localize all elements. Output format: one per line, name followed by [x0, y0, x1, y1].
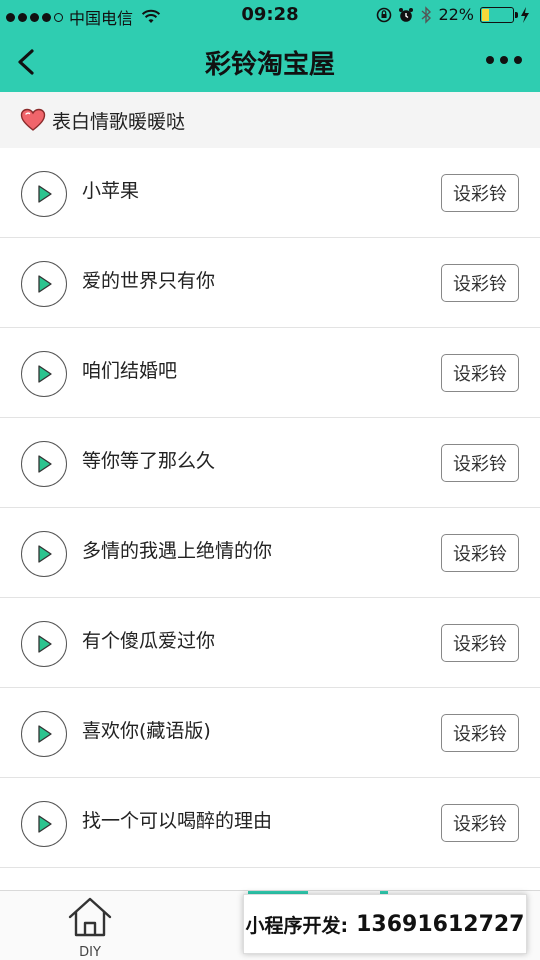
set-ringtone-button[interactable]: 设彩铃 — [441, 714, 519, 752]
set-ringtone-button[interactable]: 设彩铃 — [441, 174, 519, 212]
play-icon[interactable] — [21, 171, 67, 217]
list-item: 有个傻瓜爱过你 设彩铃 — [0, 598, 540, 688]
battery-percent: 22% — [438, 5, 474, 24]
set-ringtone-button[interactable]: 设彩铃 — [441, 354, 519, 392]
song-title: 有个傻瓜爱过你 — [82, 630, 216, 652]
play-icon[interactable] — [21, 711, 67, 757]
promo-label: 小程序开发: — [245, 914, 349, 937]
ringtone-list: 小苹果 设彩铃 爱的世界只有你 设彩铃 咱们结婚吧 设彩铃 等你等了那么久 设彩… — [0, 148, 540, 868]
song-title: 等你等了那么久 — [82, 450, 216, 472]
list-item: 喜欢你(藏语版) 设彩铃 — [0, 688, 540, 778]
play-icon[interactable] — [21, 351, 67, 397]
status-right: 22% — [376, 5, 530, 24]
battery-icon — [480, 6, 518, 23]
song-title: 爱的世界只有你 — [82, 270, 216, 292]
alarm-icon — [399, 7, 414, 22]
set-ringtone-button[interactable]: 设彩铃 — [441, 264, 519, 302]
list-item: 等你等了那么久 设彩铃 — [0, 418, 540, 508]
set-ringtone-button[interactable]: 设彩铃 — [441, 624, 519, 662]
set-ringtone-button[interactable]: 设彩铃 — [441, 804, 519, 842]
promo-phone: 13691612727 — [356, 911, 525, 937]
navigation-bar: 彩铃淘宝屋 — [0, 32, 540, 92]
promo-banner: 小程序开发: 13691612727 — [243, 894, 527, 954]
play-icon[interactable] — [21, 801, 67, 847]
set-ringtone-button[interactable]: 设彩铃 — [441, 444, 519, 482]
list-item: 找一个可以喝醉的理由 设彩铃 — [0, 778, 540, 868]
play-icon[interactable] — [21, 261, 67, 307]
category-title: 表白情歌暖暖哒 — [52, 110, 186, 133]
play-icon[interactable] — [21, 441, 67, 487]
charging-icon — [521, 6, 529, 23]
list-item: 小苹果 设彩铃 — [0, 148, 540, 238]
list-item: 爱的世界只有你 设彩铃 — [0, 238, 540, 328]
more-options-icon[interactable] — [486, 50, 522, 70]
page-title: 彩铃淘宝屋 — [204, 50, 335, 80]
status-bar: 中国电信 09:28 22% — [0, 0, 540, 32]
song-title: 找一个可以喝醉的理由 — [82, 810, 273, 832]
header: 中国电信 09:28 22% 彩铃淘宝屋 — [0, 0, 540, 92]
song-title: 喜欢你(藏语版) — [82, 720, 211, 742]
tab-diy[interactable]: DIY — [60, 895, 120, 960]
list-item: 多情的我遇上绝情的你 设彩铃 — [0, 508, 540, 598]
song-title: 咱们结婚吧 — [82, 360, 178, 382]
category-header: 表白情歌暖暖哒 — [0, 92, 540, 148]
rotation-lock-icon — [377, 7, 392, 22]
list-item: 咱们结婚吧 设彩铃 — [0, 328, 540, 418]
song-title: 小苹果 — [82, 180, 140, 202]
play-icon[interactable] — [21, 531, 67, 577]
tab-diy-label: DIY — [79, 945, 101, 960]
bluetooth-icon — [421, 5, 432, 24]
set-ringtone-button[interactable]: 设彩铃 — [441, 534, 519, 572]
song-title: 多情的我遇上绝情的你 — [82, 540, 273, 562]
home-icon — [68, 897, 112, 937]
heart-icon — [20, 108, 46, 131]
play-icon[interactable] — [21, 621, 67, 667]
